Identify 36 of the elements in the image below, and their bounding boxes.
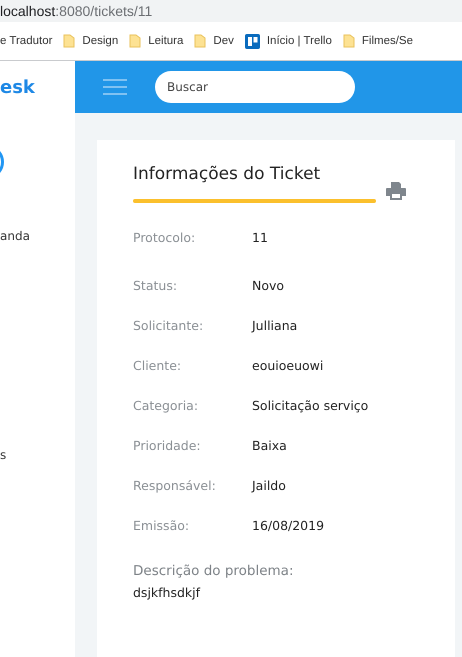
field-value: Jaildo: [252, 478, 286, 492]
bookmark-link[interactable]: Filmes/Se: [362, 35, 413, 47]
field-value: Baixa: [252, 438, 287, 452]
print-icon[interactable]: [386, 182, 406, 200]
folder-icon: [129, 34, 142, 48]
field-value: eouioeuowi: [252, 358, 324, 372]
field-label: Prioridade:: [133, 438, 202, 452]
field-label: Responsável:: [133, 478, 217, 492]
board-icon: [244, 34, 260, 48]
menu-icon[interactable]: [103, 78, 127, 96]
bookmark-link[interactable]: Leitura: [148, 35, 184, 47]
card-title: Informações do Ticket: [133, 164, 322, 184]
field-value: Julliana: [252, 318, 298, 332]
description-label: Descrição do problema:: [133, 563, 295, 579]
bookmark-link[interactable]: Design: [82, 35, 118, 47]
folder-icon: [342, 34, 355, 48]
bookmark-link[interactable]: Início | Trello: [266, 35, 332, 47]
field-label: Solicitante:: [133, 318, 204, 332]
app-logo: esk: [0, 76, 35, 100]
field-label: Categoria:: [133, 398, 200, 412]
sidebar-item[interactable]: anda: [0, 229, 30, 243]
field-label: Emissão:: [133, 518, 190, 532]
description-text: dsjkfhsdkjf: [133, 585, 202, 600]
folder-icon: [194, 34, 206, 48]
field-label: Cliente:: [133, 358, 182, 372]
field-value: Solicitação serviço: [252, 398, 368, 412]
field-label: Status:: [133, 278, 178, 292]
bookmark-link[interactable]: e Tradutor: [0, 35, 52, 47]
field-label: Protocolo:: [133, 230, 196, 244]
field-value: 16/08/2019: [252, 518, 324, 532]
search-field[interactable]: Buscar: [155, 71, 355, 103]
bookmark-link[interactable]: Dev: [213, 35, 234, 47]
folder-icon: [63, 34, 76, 48]
field-value: 11: [252, 230, 268, 244]
field-value: Novo: [252, 278, 284, 292]
sidebar-item[interactable]: s: [0, 448, 6, 462]
